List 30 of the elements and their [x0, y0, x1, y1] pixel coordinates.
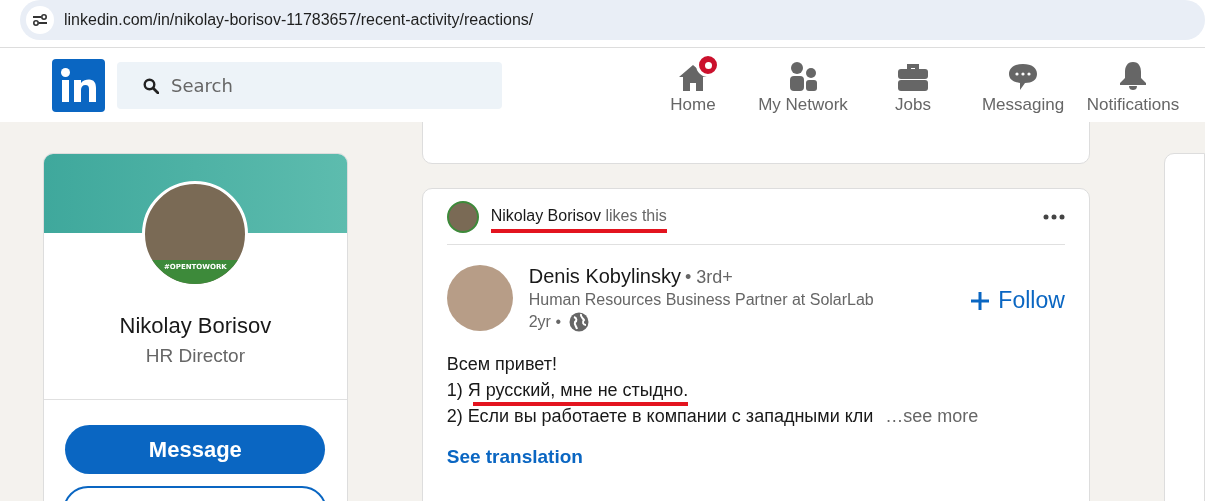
address-bar-url[interactable]: linkedin.com/in/nikolay-borisov-11783657/recent-activity/reactions/: [64, 10, 534, 29]
see-translation-link[interactable]: See translation: [446, 446, 583, 468]
nav-item[interactable]: Messaging: [968, 55, 1078, 115]
bell-icon: [1118, 61, 1148, 91]
search-field[interactable]: Search: [117, 61, 502, 109]
activity-text: Nikolay Borisov likes this: [490, 207, 667, 227]
more-options-icon[interactable]: [1042, 214, 1065, 220]
speech-bubble-icon: [1008, 63, 1038, 91]
post-text: Всем привет!: [446, 354, 557, 376]
follow-button[interactable]: Follow: [970, 287, 1065, 314]
plus-icon: [970, 290, 991, 311]
profile-name[interactable]: Nikolay Borisov: [119, 313, 272, 339]
people-icon: [788, 61, 818, 91]
post-text: 1) Я русский, мне не стыдно.: [446, 380, 689, 406]
globe-icon: [569, 312, 589, 332]
nav-item[interactable]: Jobs: [858, 55, 968, 115]
briefcase-icon: [897, 63, 929, 91]
post-text: 2) Если вы работаете в компании с западными кли: [446, 406, 874, 428]
author-headline: Human Resources Business Partner at SolarLab: [528, 291, 875, 309]
see-more-link[interactable]: …see more: [885, 406, 979, 427]
message-button[interactable]: Message: [65, 425, 326, 474]
avatar-photo[interactable]: [446, 201, 479, 233]
nav-item[interactable]: Notifications: [1078, 55, 1188, 115]
post-time: 2yr •: [528, 313, 561, 331]
logo-icon[interactable]: [52, 58, 105, 112]
author-name[interactable]: Denis Kobylinsky • 3rd+: [528, 265, 955, 288]
nav-item[interactable]: My Network: [748, 55, 858, 115]
profile-headline: HR Director: [145, 345, 245, 367]
site-settings-icon[interactable]: [26, 5, 54, 34]
nav-item[interactable]: Home: [638, 55, 748, 115]
